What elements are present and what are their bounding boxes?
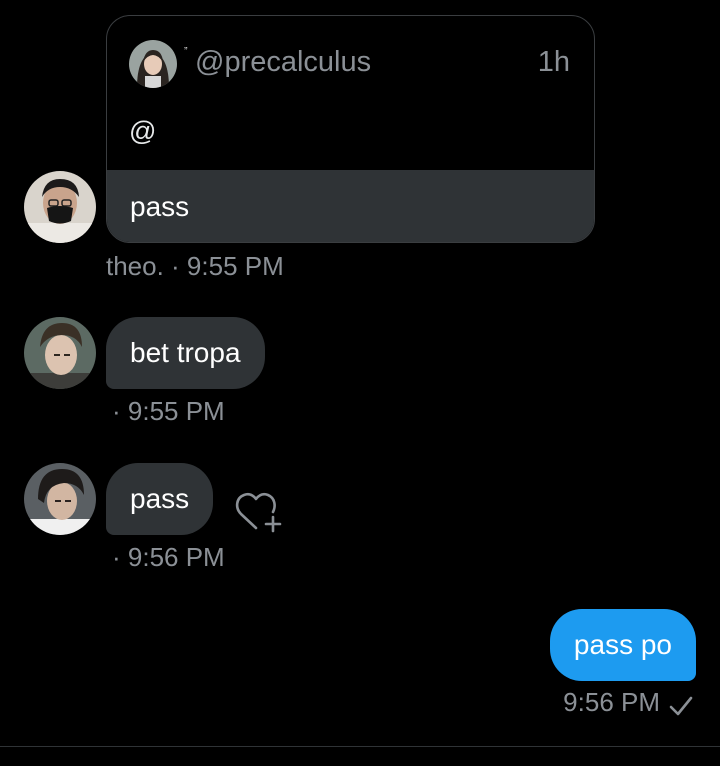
avatar-sender-3[interactable] bbox=[24, 463, 96, 535]
quoted-tweet-card[interactable]: ˮ @precalculus 1h @ pass bbox=[106, 15, 595, 243]
reply-text: pass bbox=[130, 191, 190, 222]
avatar-sender-2[interactable] bbox=[24, 317, 96, 389]
quote-timestamp: 1h bbox=[537, 46, 570, 78]
avatar-theo[interactable] bbox=[24, 171, 96, 243]
quote-tweet-text: @ bbox=[129, 116, 157, 146]
message-meta: · 9:55 PM bbox=[112, 396, 225, 426]
reply-bubble[interactable]: pass bbox=[107, 170, 594, 242]
heart-plus-icon[interactable] bbox=[234, 488, 284, 534]
message-text: bet tropa bbox=[130, 337, 241, 368]
message-text: pass po bbox=[573, 629, 672, 660]
message-bubble[interactable]: pass bbox=[106, 463, 214, 535]
message-bubble[interactable]: bet tropa bbox=[106, 317, 265, 389]
quote-author-avatar bbox=[129, 40, 177, 88]
quote-author-handle[interactable]: @precalculus bbox=[195, 46, 371, 79]
sent-message-bubble[interactable]: pass po bbox=[549, 609, 696, 681]
composer-divider bbox=[0, 746, 720, 747]
quote-verified-mark: ˮ bbox=[184, 46, 188, 58]
check-icon bbox=[668, 695, 694, 717]
message-meta: 9:56 PM bbox=[563, 687, 660, 717]
message-text: pass bbox=[130, 483, 190, 514]
message-meta: · 9:56 PM bbox=[112, 542, 225, 572]
message-meta: theo. · 9:55 PM bbox=[106, 251, 284, 281]
